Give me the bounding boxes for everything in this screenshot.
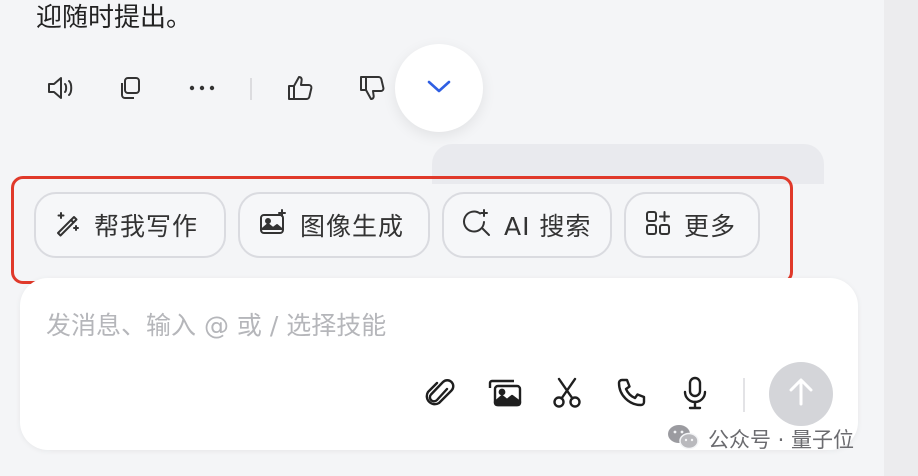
skill-chip-label: 更多 [684, 212, 737, 241]
composer-divider [743, 378, 745, 412]
image-stack-icon[interactable] [482, 370, 528, 416]
chevron-down-icon [424, 76, 454, 100]
paperclip-icon[interactable] [417, 370, 463, 416]
skill-chip-ai-search[interactable]: AI 搜索 [442, 192, 612, 258]
scissors-icon[interactable] [544, 370, 590, 416]
skill-chip-label: 帮我写作 [94, 212, 199, 241]
phone-icon[interactable] [608, 370, 654, 416]
microphone-icon[interactable] [672, 370, 718, 416]
thumbs-up-icon[interactable] [278, 66, 322, 110]
message-input[interactable] [44, 302, 828, 348]
assistant-message-text: 迎随时提出。 [36, 3, 193, 33]
speaker-icon[interactable] [38, 66, 82, 110]
more-dots-icon[interactable] [180, 66, 224, 110]
scroll-to-bottom-button[interactable] [395, 44, 483, 132]
skill-chip-image[interactable]: 图像生成 [238, 192, 430, 258]
chat-panel: 迎随时提出。 帮我写作 图像生成 AI 搜索 更多 发消息、输入 @ 或 / 选… [0, 0, 884, 476]
magic-pen-icon [54, 209, 82, 241]
scrollbar-track[interactable] [884, 0, 918, 476]
send-button[interactable] [769, 362, 833, 426]
arrow-up-icon [788, 377, 814, 411]
thumbs-down-icon[interactable] [350, 66, 394, 110]
copy-icon[interactable] [108, 66, 152, 110]
skill-chip-writing[interactable]: 帮我写作 [34, 192, 226, 258]
watermark-text: 公众号 · 量子位 [708, 428, 855, 452]
skill-chip-label: 图像生成 [300, 212, 405, 241]
ai-search-icon [462, 208, 492, 242]
grid-plus-icon [644, 209, 672, 241]
watermark: 公众号 · 量子位 [666, 424, 854, 454]
actions-divider [250, 78, 252, 100]
wechat-icon [666, 423, 700, 456]
skill-chip-more[interactable]: 更多 [624, 192, 760, 258]
skill-chip-label: AI 搜索 [504, 212, 592, 241]
image-generate-icon [258, 209, 288, 241]
